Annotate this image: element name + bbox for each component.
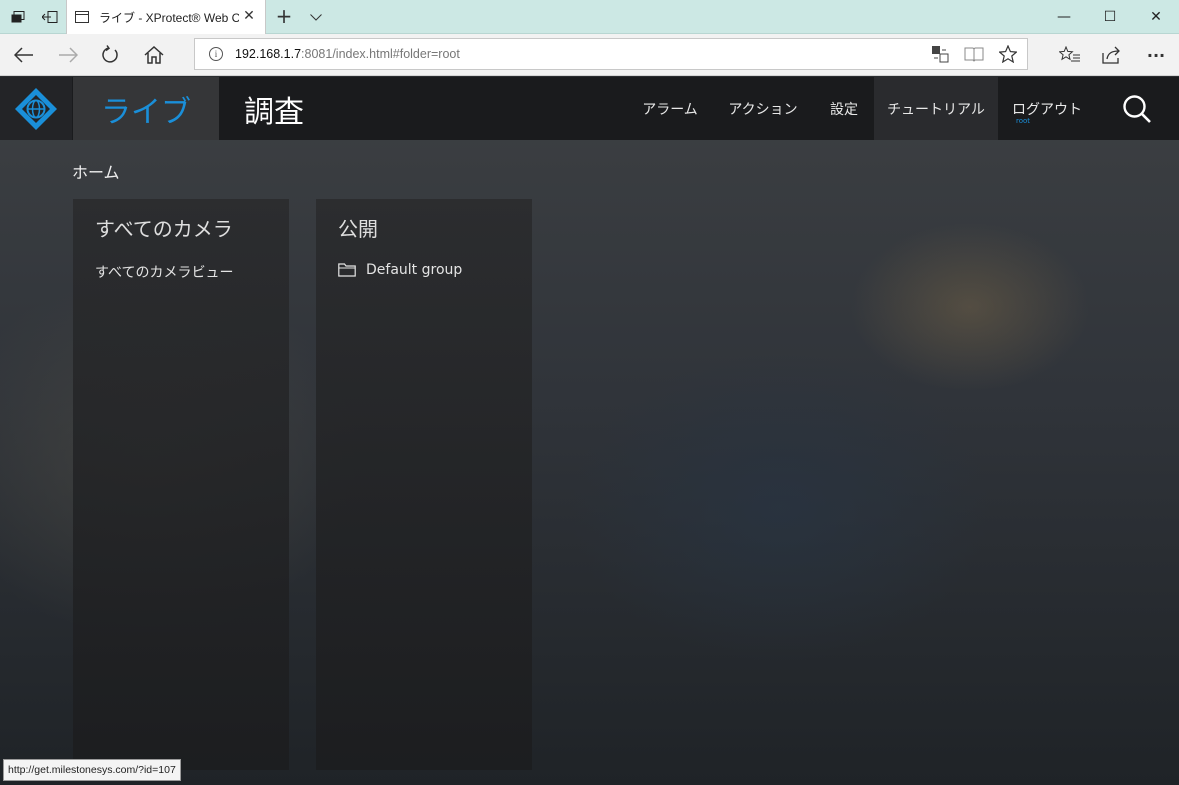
panel-title-public: 公開 bbox=[338, 217, 378, 241]
address-bar[interactable]: i 192.168.1.7:8081/index.html#folder=roo… bbox=[194, 38, 1028, 70]
favorites-hub-icon[interactable] bbox=[1048, 34, 1092, 76]
app-top-bar: ライブ 調査 アラーム アクション 設定 チュートリアル ログアウト root bbox=[0, 77, 1179, 140]
browser-tab-strip: ライブ - XProtect® Web Client ✕ + — ☐ ✕ bbox=[0, 0, 1179, 34]
tab-preview-chevron-icon[interactable] bbox=[302, 0, 330, 34]
menu-actions[interactable]: アクション bbox=[720, 77, 806, 140]
url-text: 192.168.1.7:8081/index.html#folder=root bbox=[235, 47, 460, 61]
default-group-folder[interactable]: Default group bbox=[338, 262, 462, 278]
info-icon[interactable]: i bbox=[209, 47, 223, 61]
breadcrumb-home[interactable]: ホーム bbox=[72, 159, 120, 183]
browser-tab-active[interactable]: ライブ - XProtect® Web Client ✕ bbox=[66, 0, 266, 34]
all-camera-views-link[interactable]: すべてのカメラビュー bbox=[95, 262, 233, 282]
url-path: :8081/index.html#folder=root bbox=[301, 47, 460, 61]
panel-public: 公開 Default group bbox=[316, 199, 532, 770]
default-group-label: Default group bbox=[366, 262, 463, 278]
tab-title: ライブ - XProtect® Web Client bbox=[99, 10, 239, 25]
new-tab-button[interactable]: + bbox=[270, 0, 298, 34]
maximize-button[interactable]: ☐ bbox=[1087, 0, 1133, 34]
menu-tutorial[interactable]: チュートリアル bbox=[874, 77, 998, 140]
favorite-star-icon[interactable] bbox=[997, 43, 1019, 65]
nav-tab-investigation[interactable]: 調査 bbox=[219, 77, 329, 140]
url-host: 192.168.1.7 bbox=[235, 47, 302, 61]
menu-settings[interactable]: 設定 bbox=[818, 77, 870, 140]
xprotect-app: ライブ 調査 アラーム アクション 設定 チュートリアル ログアウト root … bbox=[0, 77, 1179, 785]
more-options-icon[interactable]: ··· bbox=[1134, 34, 1178, 76]
panel-all-cameras: すべてのカメラ すべてのカメラビュー bbox=[73, 199, 289, 770]
set-tabs-aside-icon[interactable] bbox=[34, 0, 66, 34]
translate-icon[interactable] bbox=[929, 43, 951, 65]
status-bar-link-preview: http://get.milestonesys.com/?id=107 bbox=[3, 759, 181, 781]
menu-alarms[interactable]: アラーム bbox=[632, 77, 708, 140]
close-window-button[interactable]: ✕ bbox=[1133, 0, 1179, 34]
reading-view-icon[interactable] bbox=[963, 43, 985, 65]
search-icon[interactable] bbox=[1112, 87, 1162, 131]
home-icon[interactable] bbox=[132, 34, 176, 76]
nav-tab-live[interactable]: ライブ bbox=[73, 77, 219, 140]
refresh-icon[interactable] bbox=[88, 34, 132, 76]
forward-arrow-icon[interactable] bbox=[46, 34, 90, 76]
panel-title-all-cameras: すべてのカメラ bbox=[95, 217, 233, 241]
tab-close-icon[interactable]: ✕ bbox=[241, 8, 257, 24]
logged-in-username: root bbox=[1016, 117, 1031, 125]
browser-toolbar: i 192.168.1.7:8081/index.html#folder=roo… bbox=[0, 34, 1179, 76]
minimize-button[interactable]: — bbox=[1041, 0, 1087, 34]
tab-manager-icon[interactable] bbox=[2, 0, 34, 34]
page-icon bbox=[75, 11, 89, 23]
folder-icon bbox=[338, 263, 356, 277]
back-arrow-icon[interactable] bbox=[2, 34, 46, 76]
share-icon[interactable] bbox=[1090, 34, 1134, 76]
all-camera-views-label: すべてのカメラビュー bbox=[95, 265, 234, 281]
milestone-logo-icon[interactable] bbox=[0, 77, 72, 140]
menu-logout[interactable]: ログアウト bbox=[1004, 77, 1090, 140]
